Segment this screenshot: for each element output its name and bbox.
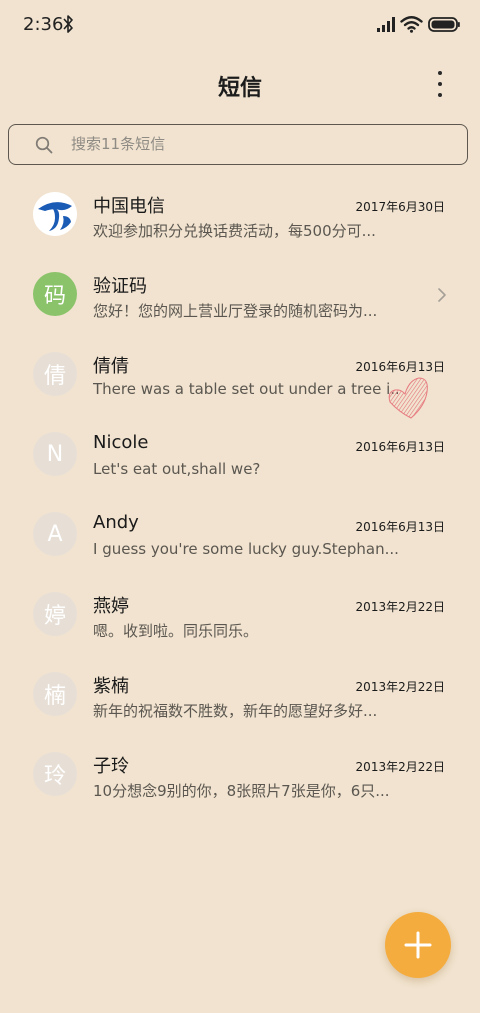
more-options-button[interactable] <box>428 68 452 100</box>
page-title: 短信 <box>217 76 262 101</box>
avatar: 码 <box>33 272 77 316</box>
message-preview: Let's eat out,shall we? <box>93 460 261 478</box>
message-preview: 欢迎参加积分兑换话费活动，每500分可... <box>93 222 376 240</box>
avatar: A <box>33 512 77 556</box>
message-preview: 新年的祝福数不胜数，新年的愿望好多好... <box>93 702 378 720</box>
wifi-icon <box>400 16 423 33</box>
chevron-right-icon <box>438 288 446 302</box>
message-date: 2013年2月22日 <box>355 680 445 694</box>
message-preview: 嗯。收到啦。同乐同乐。 <box>93 622 259 640</box>
china-telecom-logo-icon <box>33 192 77 236</box>
app-header: 短信 <box>0 58 480 108</box>
sender-name: 燕婷 <box>93 596 129 617</box>
conversation-item-verification[interactable]: 码 验证码 您好！您的网上营业厅登录的随机密码为... <box>0 254 480 334</box>
conversation-item-china-telecom[interactable]: 中国电信 2017年6月30日 欢迎参加积分兑换话费活动，每500分可... <box>0 174 480 254</box>
sender-name: 倩倩 <box>93 356 129 377</box>
more-vertical-icon-dot <box>438 81 442 86</box>
message-date: 2016年6月13日 <box>355 520 445 534</box>
conversation-item-andy[interactable]: A Andy 2016年6月13日 I guess you're some lu… <box>0 494 480 574</box>
message-preview: There was a table set out under a tree i… <box>93 380 398 398</box>
battery-icon <box>428 17 460 32</box>
message-preview: I guess you're some lucky guy.Stephan... <box>93 540 398 558</box>
message-preview: 10分想念9别的你，8张照片7张是你，6只... <box>93 782 390 800</box>
search-bar[interactable] <box>8 124 468 165</box>
conversation-item-nicole[interactable]: N Nicole 2016年6月13日 Let's eat out,shall … <box>0 414 480 494</box>
status-bar: 2:36 <box>0 0 480 52</box>
new-message-button[interactable] <box>385 912 451 978</box>
sender-name: Nicole <box>93 432 149 453</box>
message-date: 2013年2月22日 <box>355 760 445 774</box>
heart-sticker-icon <box>388 377 428 419</box>
conversation-item-yanting[interactable]: 婷 燕婷 2013年2月22日 嗯。收到啦。同乐同乐。 <box>0 574 480 654</box>
avatar: 楠 <box>33 672 77 716</box>
message-date: 2017年6月30日 <box>355 200 445 214</box>
sender-name: Andy <box>93 512 139 533</box>
conversation-list: 中国电信 2017年6月30日 欢迎参加积分兑换话费活动，每500分可... 码… <box>0 174 480 814</box>
sender-name: 中国电信 <box>93 196 165 217</box>
status-time: 2:36 <box>23 14 64 35</box>
avatar: 玲 <box>33 752 77 796</box>
sender-name: 验证码 <box>93 276 147 297</box>
avatar: 婷 <box>33 592 77 636</box>
more-vertical-icon-dot <box>438 92 442 97</box>
plus-icon <box>404 931 432 959</box>
avatar <box>33 192 77 236</box>
bluetooth-icon <box>63 15 73 33</box>
conversation-item-zinan[interactable]: 楠 紫楠 2013年2月22日 新年的祝福数不胜数，新年的愿望好多好... <box>0 654 480 734</box>
message-preview: 您好！您的网上营业厅登录的随机密码为... <box>93 302 378 320</box>
conversation-item-ziling[interactable]: 玲 子玲 2013年2月22日 10分想念9别的你，8张照片7张是你，6只... <box>0 734 480 814</box>
sender-name: 子玲 <box>93 756 129 777</box>
message-date: 2016年6月13日 <box>355 440 445 454</box>
messaging-screen: 2:36 短信 搜索11条短信 中国电信 2017年6月30日 欢迎参加积分兑换… <box>0 0 480 1013</box>
sender-name: 紫楠 <box>93 676 129 697</box>
avatar: 倩 <box>33 352 77 396</box>
avatar: N <box>33 432 77 476</box>
search-icon <box>35 136 53 154</box>
signal-icon <box>377 17 395 32</box>
more-vertical-icon <box>438 71 442 76</box>
message-date: 2013年2月22日 <box>355 600 445 614</box>
search-input[interactable] <box>71 125 451 163</box>
